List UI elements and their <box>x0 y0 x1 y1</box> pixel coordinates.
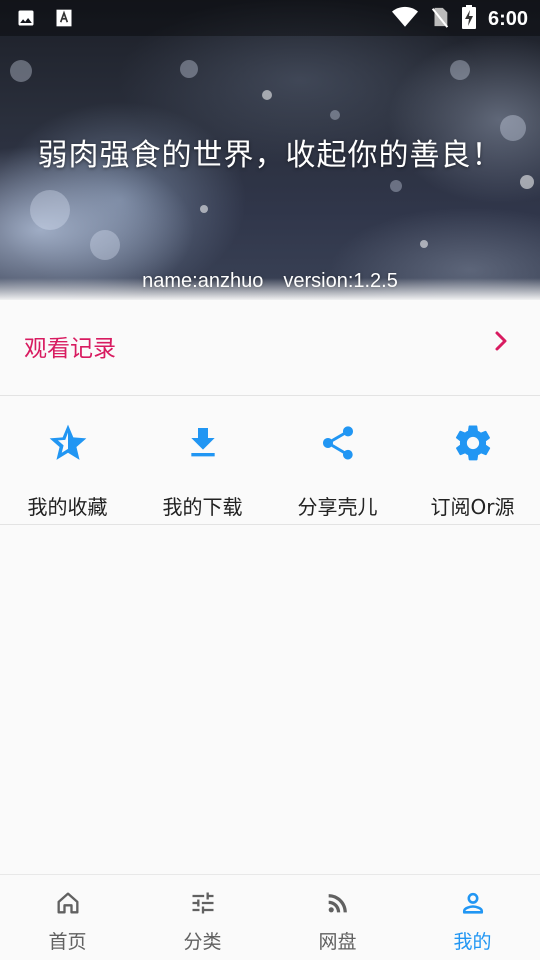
gear-icon <box>452 421 494 465</box>
nav-netdisk[interactable]: 网盘 <box>270 875 405 960</box>
no-sim-icon <box>430 6 450 32</box>
bokeh-dot <box>390 180 402 192</box>
bokeh-dot <box>420 240 428 248</box>
bottom-navigation: 首页 分类 网盘 我的 <box>0 874 540 960</box>
bokeh-dot <box>520 175 534 189</box>
nav-netdisk-label: 网盘 <box>318 931 357 953</box>
status-bar: 6:00 <box>0 0 540 36</box>
share-label: 分享壳儿 <box>297 495 378 519</box>
quick-actions: 我的收藏 我的下载 分享壳儿 订阅Or源 <box>0 397 540 525</box>
watch-history-label: 观看记录 <box>24 336 116 362</box>
downloads-button[interactable]: 我的下载 <box>135 397 270 524</box>
bokeh-dot <box>262 90 272 100</box>
bokeh-dot <box>10 60 32 82</box>
nav-mine-label: 我的 <box>453 931 492 953</box>
bokeh-dot <box>330 110 340 120</box>
bokeh-dot <box>90 230 120 260</box>
nav-home[interactable]: 首页 <box>0 875 135 960</box>
rss-icon <box>324 889 352 921</box>
bokeh-dot <box>180 60 198 78</box>
person-icon <box>459 889 487 921</box>
font-icon <box>54 8 74 32</box>
status-time: 6:00 <box>487 7 528 30</box>
tune-icon <box>189 889 217 921</box>
profile-header-banner: 弱肉强食的世界，收起你的善良！ name:anzhuoversion:1.2.5 <box>0 0 540 300</box>
favorites-label: 我的收藏 <box>27 495 108 519</box>
favorites-button[interactable]: 我的收藏 <box>0 397 135 524</box>
nav-category[interactable]: 分类 <box>135 875 270 960</box>
header-fade <box>0 278 540 300</box>
share-icon <box>318 421 358 465</box>
subscribe-source-label: 订阅Or源 <box>430 495 515 519</box>
download-icon <box>183 421 223 465</box>
image-icon <box>16 8 36 32</box>
star-icon <box>46 421 90 465</box>
nav-category-label: 分类 <box>183 931 222 953</box>
home-icon <box>54 889 82 921</box>
bokeh-dot <box>30 190 70 230</box>
chevron-right-icon <box>494 330 508 356</box>
wifi-icon <box>391 6 418 32</box>
battery-charging-icon <box>461 5 476 33</box>
subscribe-source-button[interactable]: 订阅Or源 <box>405 397 540 524</box>
share-button[interactable]: 分享壳儿 <box>270 397 405 524</box>
bokeh-dot <box>200 205 208 213</box>
bokeh-dot <box>450 60 470 80</box>
downloads-label: 我的下载 <box>162 495 243 519</box>
watch-history-row[interactable]: 观看记录 <box>0 300 540 396</box>
nav-home-label: 首页 <box>48 931 87 953</box>
header-slogan: 弱肉强食的世界，收起你的善良！ <box>37 138 503 173</box>
nav-mine[interactable]: 我的 <box>405 875 540 960</box>
